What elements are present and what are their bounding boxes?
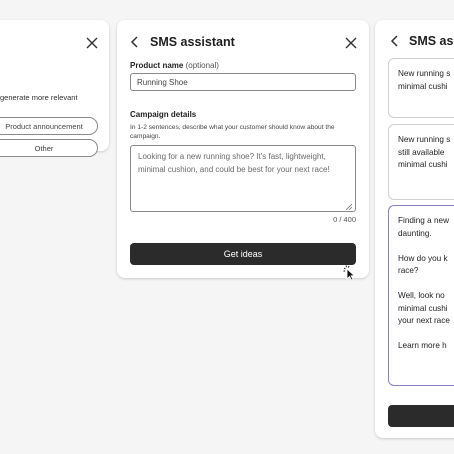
- product-name-value: Running Shoe: [137, 77, 188, 87]
- suggestion-paragraph: Finding a new daunting.: [398, 215, 454, 240]
- suggestion-paragraph: How do you k race?: [398, 253, 454, 278]
- suggestion-line: daunting.: [398, 228, 432, 238]
- suggestion-line: Finding a new: [398, 216, 449, 225]
- suggestion-card[interactable]: New running s still available minimal cu…: [388, 124, 454, 200]
- suggestion-line: minimal cushi: [398, 81, 448, 91]
- suggestion-line: your next race: [398, 316, 450, 325]
- panel-title: SMS assist: [409, 34, 454, 48]
- close-icon[interactable]: [344, 36, 358, 50]
- sms-assistant-form-panel: SMS assistant Product name (optional) Ru…: [117, 20, 369, 278]
- close-icon[interactable]: [85, 36, 99, 50]
- cursor-icon: [343, 265, 357, 281]
- product-name-label-text: Product name: [130, 61, 184, 70]
- option-other[interactable]: Other: [0, 139, 98, 157]
- suggestion-card[interactable]: New running s minimal cushi: [388, 58, 454, 118]
- canvas: generate more relevant Product announcem…: [0, 0, 454, 454]
- suggestion-paragraph: Well, look no minimal cushi your next ra…: [398, 290, 454, 328]
- sms-assistant-results-panel: SMS assist New running s minimal cushi N…: [375, 20, 454, 438]
- suggestion-line: Well, look no: [398, 291, 445, 300]
- panel-hint-text: generate more relevant: [0, 93, 78, 102]
- option-product-announcement[interactable]: Product announcement: [0, 117, 98, 135]
- get-ideas-button[interactable]: Get ideas: [130, 243, 356, 265]
- campaign-details-label: Campaign details: [130, 110, 197, 119]
- suggestion-line: New running s: [398, 69, 451, 78]
- suggestion-line: Learn more h: [398, 341, 447, 350]
- suggestion-line: race?: [398, 266, 419, 275]
- campaign-details-placeholder: Looking for a new running shoe? It's fas…: [138, 152, 330, 174]
- campaign-details-textarea[interactable]: Looking for a new running shoe? It's fas…: [130, 145, 356, 212]
- character-counter: 0 / 400: [333, 215, 356, 224]
- previous-panel: generate more relevant Product announcem…: [0, 20, 109, 157]
- suggestion-line: How do you k: [398, 253, 448, 263]
- panel-title: SMS assistant: [150, 35, 235, 49]
- suggestion-paragraph: Learn more h: [398, 340, 454, 353]
- optional-marker: (optional): [185, 61, 219, 70]
- product-name-input[interactable]: Running Shoe: [130, 73, 356, 91]
- suggestion-card-selected[interactable]: Finding a new daunting. How do you k rac…: [388, 205, 454, 386]
- suggestion-line: New running s: [398, 135, 451, 144]
- primary-action-button[interactable]: [388, 405, 454, 427]
- suggestion-line: still available: [398, 147, 445, 157]
- back-chevron-icon[interactable]: [389, 34, 401, 48]
- suggestion-line: minimal cushi: [398, 303, 448, 313]
- resize-grip-icon[interactable]: [345, 202, 353, 211]
- product-name-label: Product name (optional): [130, 61, 219, 70]
- back-chevron-icon[interactable]: [129, 35, 141, 49]
- campaign-details-description: In 1-2 sentences, describe what your cus…: [130, 124, 335, 140]
- suggestion-line: minimal cushi: [398, 160, 448, 169]
